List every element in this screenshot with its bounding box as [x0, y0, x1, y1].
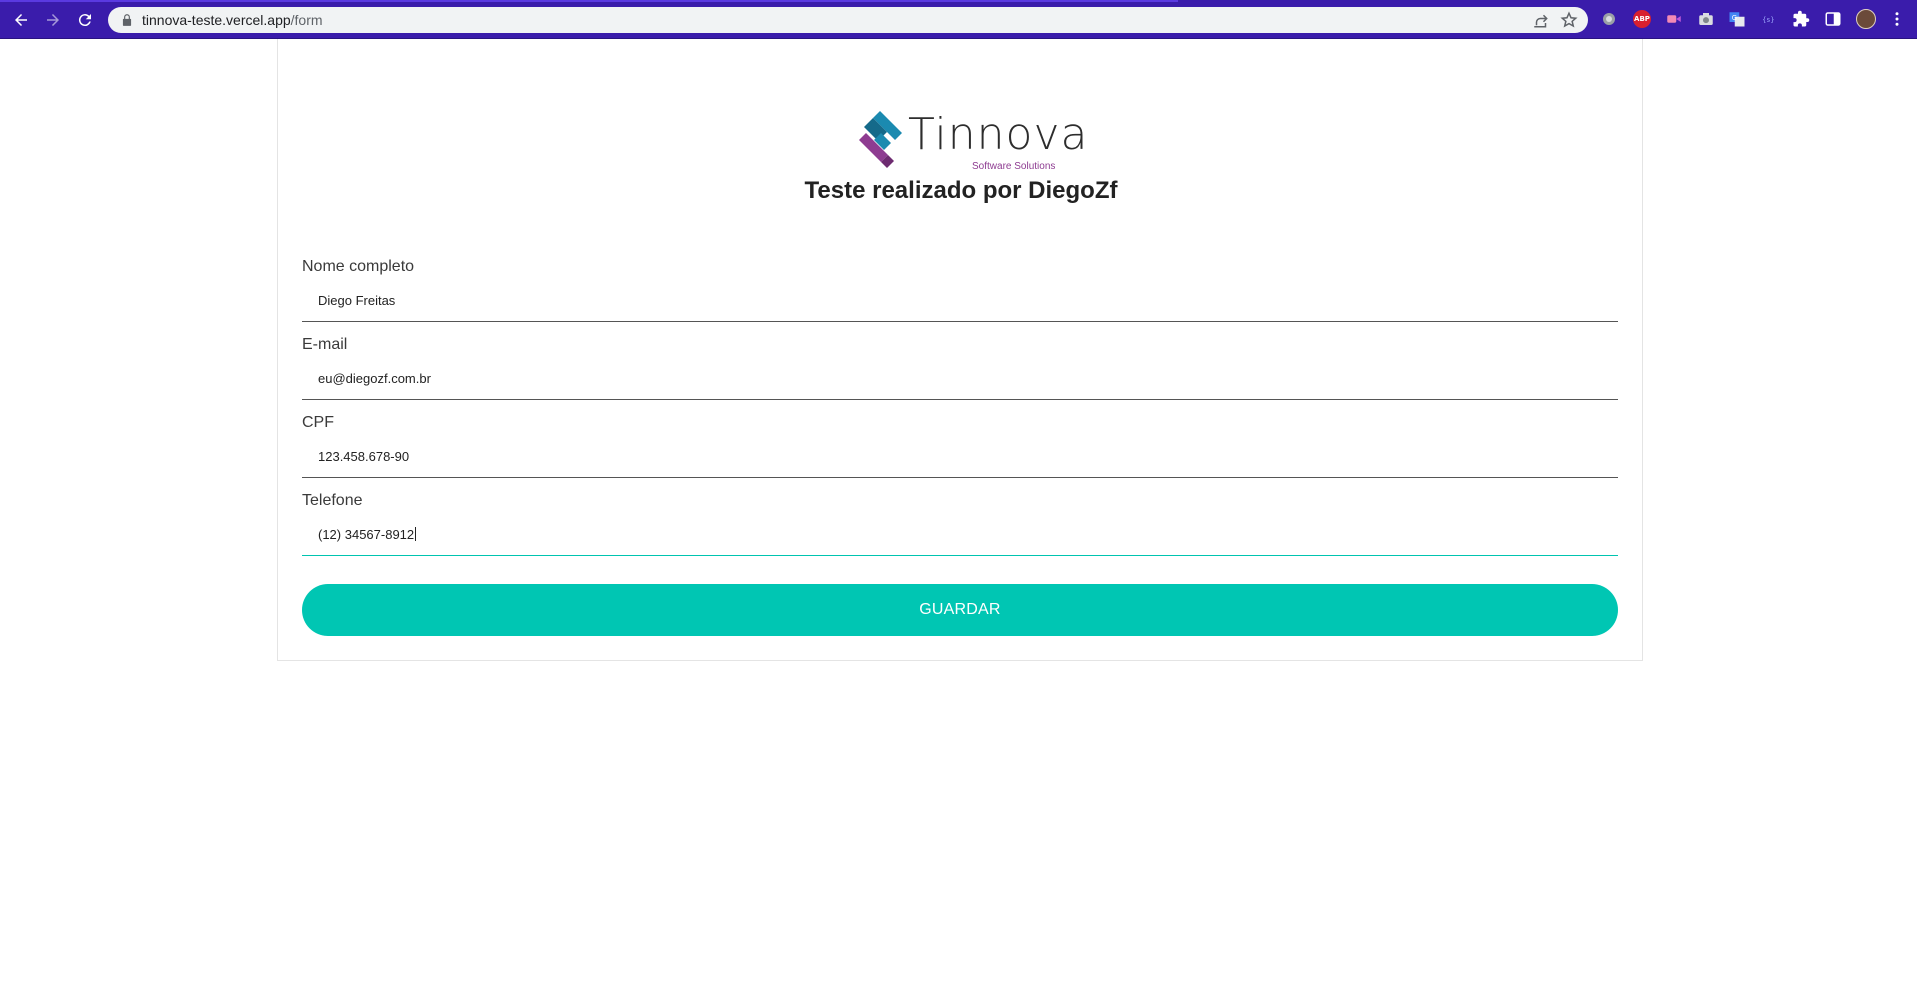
- address-bar[interactable]: tinnova-teste.vercel.app/form: [108, 7, 1588, 33]
- save-button[interactable]: GUARDAR: [302, 584, 1618, 636]
- menu-dots-icon[interactable]: [1888, 10, 1906, 28]
- form-card: Tinnova Software Solutions Teste realiza…: [277, 39, 1643, 661]
- circle-icon[interactable]: [1600, 10, 1618, 28]
- phone-input[interactable]: (12) 34567-8912: [318, 527, 414, 542]
- back-icon[interactable]: [9, 8, 33, 32]
- translate-icon[interactable]: G: [1728, 10, 1746, 28]
- lock-icon[interactable]: [120, 13, 134, 27]
- tinnova-logo: Tinnova Software Solutions: [856, 109, 1087, 173]
- puzzle-icon[interactable]: [1792, 10, 1810, 28]
- text-caret: [415, 527, 417, 541]
- phone-input-wrap[interactable]: (12) 34567-8912: [318, 527, 417, 542]
- page-title: Teste realizado por DiegoZf: [804, 177, 1118, 204]
- bookmark-star-icon[interactable]: [1560, 11, 1578, 29]
- forward-icon[interactable]: [41, 8, 65, 32]
- email-underline: [302, 399, 1618, 400]
- camera-icon[interactable]: [1697, 10, 1715, 28]
- phone-label: Telefone: [302, 492, 363, 509]
- reload-icon[interactable]: [73, 8, 97, 32]
- svg-text:G: G: [1732, 14, 1737, 22]
- email-input[interactable]: eu@diegozf.com.br: [318, 371, 431, 386]
- sidepanel-icon[interactable]: [1824, 10, 1842, 28]
- name-label: Nome completo: [302, 258, 415, 275]
- browser-toolbar: tinnova-teste.vercel.app/form ABP G {s}: [0, 0, 1917, 39]
- profile-avatar[interactable]: [1856, 9, 1876, 29]
- logo-tagline: Software Solutions: [972, 161, 1056, 172]
- name-input[interactable]: Diego Freitas: [318, 293, 395, 308]
- recorder-icon[interactable]: [1665, 10, 1683, 28]
- abp-icon[interactable]: ABP: [1633, 10, 1651, 28]
- email-label: E-mail: [302, 336, 348, 353]
- svg-text:{s}: {s}: [1762, 16, 1774, 24]
- logo-mark-icon: [859, 111, 902, 168]
- cpf-label: CPF: [302, 414, 334, 431]
- logo-brand-text: Tinnova: [908, 109, 1089, 160]
- name-underline: [302, 321, 1618, 322]
- code-icon[interactable]: {s}: [1760, 10, 1778, 28]
- cpf-underline: [302, 477, 1618, 478]
- cpf-input[interactable]: 123.458.678-90: [318, 449, 409, 464]
- phone-underline: [302, 555, 1618, 556]
- share-icon[interactable]: [1532, 11, 1550, 29]
- url-text[interactable]: tinnova-teste.vercel.app/form: [142, 12, 323, 28]
- tab-strip-indicator: [0, 0, 1178, 2]
